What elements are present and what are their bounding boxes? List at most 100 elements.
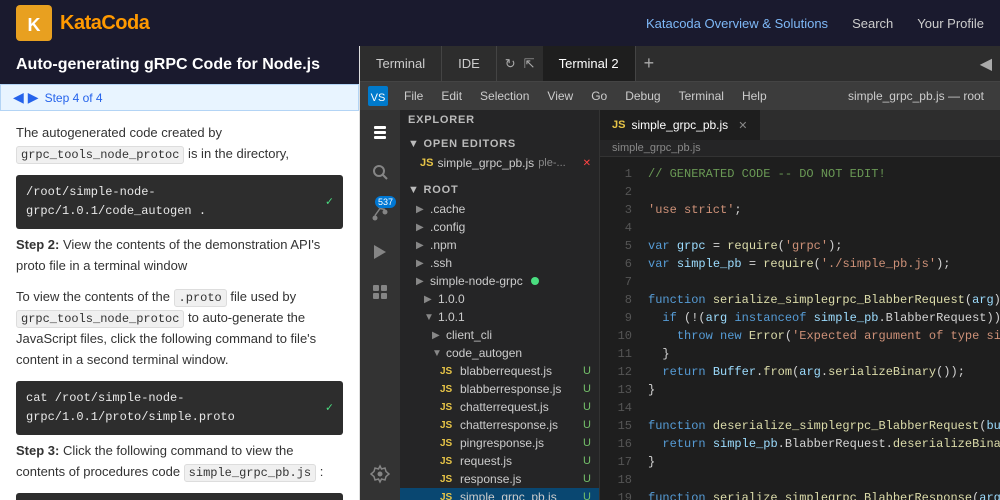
menu-edit[interactable]: Edit [433, 87, 470, 105]
step-arrows: ◀ ▶ [13, 89, 39, 106]
tree-item-label: .config [430, 220, 465, 234]
tree-file-label: blabberrequest.js [460, 364, 552, 378]
code-block-2[interactable]: cat /root/simple-node-grpc/1.0.1/proto/s… [16, 381, 343, 435]
tree-file-label: chatterrequest.js [460, 400, 549, 414]
tree-blabberrequest[interactable]: JS blabberrequest.js U [400, 362, 599, 380]
code-block-1-text: /root/simple-node-grpc/1.0.1/code_autoge… [26, 183, 318, 221]
tree-cache[interactable]: ▶ .cache [400, 200, 599, 218]
tab-ide[interactable]: IDE [442, 46, 497, 81]
katacoda-logo-icon: K [16, 5, 52, 41]
menu-debug[interactable]: Debug [617, 87, 668, 105]
git-untracked: U [583, 383, 591, 395]
tree-response[interactable]: JS response.js U [400, 470, 599, 488]
line-number: 7 [600, 273, 632, 291]
code-line: } [648, 453, 1000, 471]
code-line: } [648, 345, 1000, 363]
tree-file-label: chatterresponse.js [460, 418, 558, 432]
activity-extensions[interactable] [362, 274, 398, 310]
git-untracked: U [583, 491, 591, 500]
activity-settings[interactable] [362, 456, 398, 492]
file-explorer: EXPLORER ▼ OPEN EDITORS JS simple_grpc_p… [400, 110, 600, 500]
ide-tab-bar: Terminal IDE ↻ ⇱ Terminal 2 + ◀ [360, 46, 1000, 82]
editor-area: JS simple_grpc_pb.js ✕ simple_grpc_pb.js… [600, 110, 1000, 500]
tree-file-label: request.js [460, 454, 512, 468]
activity-debug[interactable] [362, 234, 398, 270]
js-icon: JS [440, 474, 456, 485]
activity-git[interactable]: 537 [362, 194, 398, 230]
svg-text:VS: VS [371, 92, 386, 104]
tree-item-label: .npm [430, 238, 457, 252]
activity-explorer[interactable] [362, 114, 398, 150]
lesson-content: The autogenerated code created by grpc_t… [0, 111, 359, 500]
tree-ssh[interactable]: ▶ .ssh [400, 254, 599, 272]
refresh-icon[interactable]: ↻ [505, 56, 516, 72]
close-tab-icon[interactable]: ✕ [738, 119, 747, 132]
menu-go[interactable]: Go [583, 87, 615, 105]
editor-tab-simple-grpc[interactable]: JS simple_grpc_pb.js ✕ [600, 110, 760, 140]
js-icon: JS [440, 456, 456, 467]
menu-help[interactable]: Help [734, 87, 775, 105]
tree-file-label: simple_grpc_pb.js [460, 490, 557, 500]
tree-item-label: 1.0.1 [438, 310, 465, 324]
code-line [648, 183, 1000, 201]
code-block-3[interactable]: cat /root/simple-node-grpc/1.0.1/code_au… [16, 493, 343, 500]
top-navigation: K KataCoda Katacoda Overview & Solutions… [0, 0, 1000, 46]
git-untracked: U [583, 419, 591, 431]
tree-100[interactable]: ▶ 1.0.0 [400, 290, 599, 308]
vscode-logo-icon: VS [368, 86, 388, 106]
tree-blabberresponse[interactable]: JS blabberresponse.js U [400, 380, 599, 398]
git-status-dot [531, 277, 539, 285]
tree-client-cli[interactable]: ▶ client_cli [400, 326, 599, 344]
line-number: 17 [600, 453, 632, 471]
editor-breadcrumb: simple_grpc_pb.js [600, 140, 1000, 157]
tree-101[interactable]: ▼ 1.0.1 [400, 308, 599, 326]
tree-simple-grpc-pb[interactable]: JS simple_grpc_pb.js U [400, 488, 599, 500]
code-line: 'use strict'; [648, 201, 1000, 219]
tree-request[interactable]: JS request.js U [400, 452, 599, 470]
tree-file-label: response.js [460, 472, 521, 486]
code-block-1[interactable]: /root/simple-node-grpc/1.0.1/code_autoge… [16, 175, 343, 229]
code-line: function serialize_simplegrpc_BlabberRes… [648, 489, 1000, 500]
tree-pingresponse[interactable]: JS pingresponse.js U [400, 434, 599, 452]
line-number: 19 [600, 489, 632, 500]
code-line [648, 471, 1000, 489]
close-file-icon[interactable]: ✕ [583, 158, 591, 169]
next-step-button[interactable]: ▶ [28, 89, 39, 106]
code-line: throw new Error('Expected argument of ty… [648, 327, 1000, 345]
file-title-bar: simple_grpc_pb.js — root [840, 87, 992, 105]
tree-chatterrequest[interactable]: JS chatterrequest.js U [400, 398, 599, 416]
menu-file[interactable]: File [396, 87, 431, 105]
nav-links: Katacoda Overview & Solutions Search You… [646, 16, 984, 31]
line-number: 18 [600, 471, 632, 489]
menu-selection[interactable]: Selection [472, 87, 537, 105]
code-line: function deserialize_simplegrpc_BlabberR… [648, 417, 1000, 435]
tab-terminal-2[interactable]: Terminal 2 [543, 46, 636, 81]
svg-text:K: K [28, 15, 41, 35]
arrow-icon: ▼ [432, 348, 442, 359]
tab-terminal[interactable]: Terminal [360, 46, 442, 81]
open-editor-path: ple-... [538, 157, 566, 169]
activity-search[interactable] [362, 154, 398, 190]
arrow-icon: ▶ [416, 222, 426, 233]
nav-overview-link[interactable]: Katacoda Overview & Solutions [646, 16, 828, 31]
tree-config[interactable]: ▶ .config [400, 218, 599, 236]
ide-right-button[interactable]: ◀ [972, 54, 1000, 74]
menu-view[interactable]: View [539, 87, 581, 105]
prev-step-button[interactable]: ◀ [13, 89, 24, 106]
content-step3: Step 3: Click the following command to v… [16, 441, 343, 483]
terminal-tab-label: Terminal [376, 56, 425, 71]
tree-item-label: .cache [430, 202, 465, 216]
new-tab-button[interactable]: + [636, 53, 663, 74]
external-icon[interactable]: ⇱ [524, 56, 535, 72]
nav-search-link[interactable]: Search [852, 16, 893, 31]
open-editor-simple-grpc[interactable]: JS simple_grpc_pb.js ple-... ✕ [400, 154, 599, 172]
nav-profile-link[interactable]: Your Profile [917, 16, 984, 31]
tree-chatterresponse[interactable]: JS chatterresponse.js U [400, 416, 599, 434]
line-number: 8 [600, 291, 632, 309]
menu-terminal[interactable]: Terminal [671, 87, 732, 105]
arrow-icon: ▶ [416, 204, 426, 215]
tree-simple-node-grpc[interactable]: ▶ simple-node-grpc [400, 272, 599, 290]
tree-code-autogen[interactable]: ▼ code_autogen [400, 344, 599, 362]
tree-npm[interactable]: ▶ .npm [400, 236, 599, 254]
check-icon-2: ✓ [326, 399, 333, 418]
